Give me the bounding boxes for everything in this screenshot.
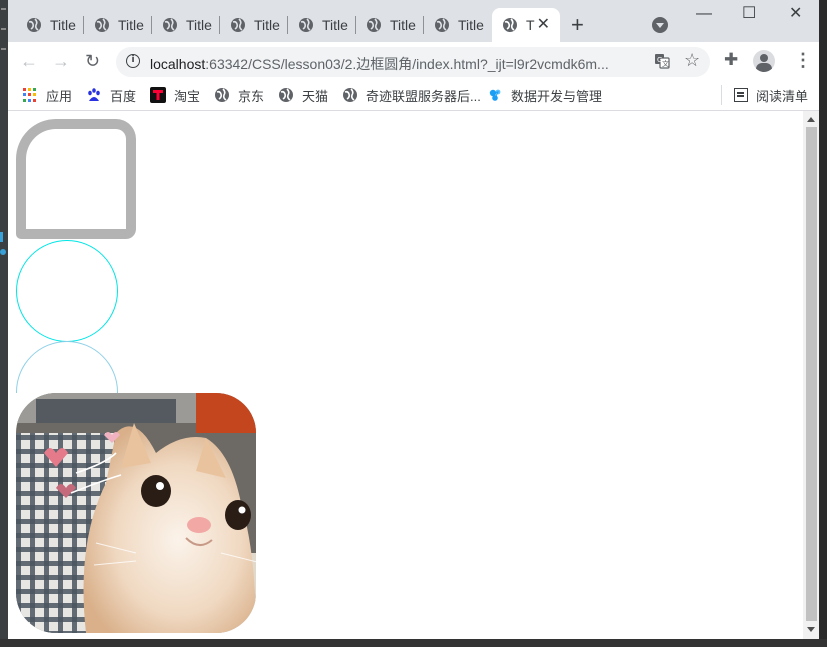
apps-icon xyxy=(22,87,38,103)
bookmark-label: 京东 xyxy=(238,88,265,104)
ide-window-edge xyxy=(0,0,8,647)
bookmark-label: 奇迹联盟服务器后... xyxy=(366,88,481,104)
ide-mark xyxy=(1,8,6,10)
globe-icon xyxy=(343,88,357,102)
close-window-button[interactable]: ✕ xyxy=(789,6,802,22)
tab-active[interactable]: T ✕ xyxy=(492,8,560,42)
globe-icon xyxy=(503,18,517,32)
bookmark-tmall[interactable]: 天猫 xyxy=(278,85,328,105)
page-viewport xyxy=(8,111,819,639)
globe-icon xyxy=(279,88,293,102)
bookmark-label: 数据开发与管理 xyxy=(511,88,603,104)
maximize-button[interactable]: ☐ xyxy=(742,6,756,22)
reload-button[interactable]: ↻ xyxy=(85,51,100,71)
tab-title[interactable]: Title xyxy=(356,8,424,42)
tab-close-icon[interactable]: ✕ xyxy=(537,17,550,33)
forward-button[interactable]: → xyxy=(52,51,70,71)
info-icon[interactable]: i xyxy=(126,54,140,68)
bookmark-baidu[interactable]: 百度 xyxy=(86,85,136,105)
tab-title[interactable]: Title xyxy=(220,8,288,42)
tab-label: Title xyxy=(50,17,76,33)
bookmark-apps[interactable]: 应用 xyxy=(22,85,72,105)
bookmark-star-icon[interactable]: ☆ xyxy=(684,50,700,70)
rounded-border-box xyxy=(16,119,136,239)
bookmark-label: 淘宝 xyxy=(174,88,201,104)
globe-icon xyxy=(163,18,177,32)
tab-label: Title xyxy=(118,17,144,33)
scroll-up-arrow-icon[interactable] xyxy=(807,117,815,122)
profile-avatar-icon[interactable] xyxy=(753,50,775,72)
menu-icon[interactable]: ⋮ xyxy=(794,51,812,69)
taobao-icon xyxy=(150,87,166,103)
tab-label: Title xyxy=(254,17,280,33)
back-button[interactable]: ← xyxy=(20,51,38,71)
tab-title[interactable]: Title xyxy=(16,8,84,42)
vertical-scrollbar[interactable] xyxy=(803,111,819,639)
ide-mark xyxy=(1,48,6,50)
tab-label: Title xyxy=(390,17,416,33)
tab-title[interactable]: Title xyxy=(84,8,152,42)
reading-list-label: 阅读清单 xyxy=(756,88,809,104)
ide-mark xyxy=(0,249,6,255)
new-tab-button[interactable]: + xyxy=(571,14,584,36)
tab-label: Title xyxy=(186,17,212,33)
tab-label: T xyxy=(526,17,535,33)
reading-list-icon xyxy=(734,88,748,102)
baidu-icon xyxy=(88,88,100,101)
tab-label: Title xyxy=(458,17,484,33)
globe-icon xyxy=(367,18,381,32)
url-path: :63342/CSS/lesson03/2.边框圆角/index.html?_i… xyxy=(205,56,609,72)
tab-bar: Title Title Title Title Title Title Titl… xyxy=(8,0,819,42)
url-host: localhost xyxy=(150,56,206,72)
bookmark-label: 天猫 xyxy=(302,88,329,104)
semicircle-shape xyxy=(16,341,118,393)
translate-icon[interactable]: G文 xyxy=(654,53,670,69)
minimize-button[interactable]: — xyxy=(696,6,712,22)
globe-icon xyxy=(231,18,245,32)
globe-icon xyxy=(215,88,229,102)
bookmarks-separator xyxy=(721,85,722,105)
data-icon xyxy=(489,89,501,101)
tab-search-icon[interactable] xyxy=(652,17,668,33)
bookmark-data[interactable]: 数据开发与管理 xyxy=(487,85,602,105)
globe-icon xyxy=(27,18,41,32)
tab-title[interactable]: Title xyxy=(288,8,356,42)
browser-toolbar: ← → ↻ i localhost:63342/CSS/lesson03/2.边… xyxy=(8,42,819,80)
ide-mark xyxy=(0,232,3,242)
address-bar[interactable]: i localhost:63342/CSS/lesson03/2.边框圆角/in… xyxy=(116,47,710,77)
desktop-edge xyxy=(819,0,827,647)
url-text[interactable]: localhost:63342/CSS/lesson03/2.边框圆角/inde… xyxy=(150,54,609,74)
browser-window: Title Title Title Title Title Title Titl… xyxy=(8,0,819,639)
cat-image xyxy=(16,393,256,633)
globe-icon xyxy=(435,18,449,32)
ide-mark xyxy=(1,28,6,30)
scrollbar-thumb[interactable] xyxy=(806,127,817,621)
extensions-icon[interactable]: ✚ xyxy=(724,51,738,69)
cat-photo-illustration xyxy=(16,393,256,633)
scroll-down-arrow-icon[interactable] xyxy=(807,627,815,632)
reading-list-button[interactable]: 阅读清单 xyxy=(734,85,808,105)
tab-title[interactable]: Title xyxy=(424,8,492,42)
globe-icon xyxy=(95,18,109,32)
circle-shape xyxy=(16,240,118,342)
tab-label: Title xyxy=(322,17,348,33)
bookmark-jd[interactable]: 京东 xyxy=(214,85,264,105)
globe-icon xyxy=(299,18,313,32)
bookmark-label: 应用 xyxy=(46,88,73,104)
svg-text:文: 文 xyxy=(662,59,669,68)
bookmark-label: 百度 xyxy=(110,88,137,104)
bookmarks-bar: 应用 百度 淘宝 京东 天猫 奇迹联盟服务器后... 数据开发与管理 阅读清单 xyxy=(8,80,819,111)
bookmark-taobao[interactable]: 淘宝 xyxy=(150,85,200,105)
tab-title[interactable]: Title xyxy=(152,8,220,42)
desktop-edge xyxy=(0,639,827,647)
bookmark-server[interactable]: 奇迹联盟服务器后... xyxy=(342,85,481,105)
